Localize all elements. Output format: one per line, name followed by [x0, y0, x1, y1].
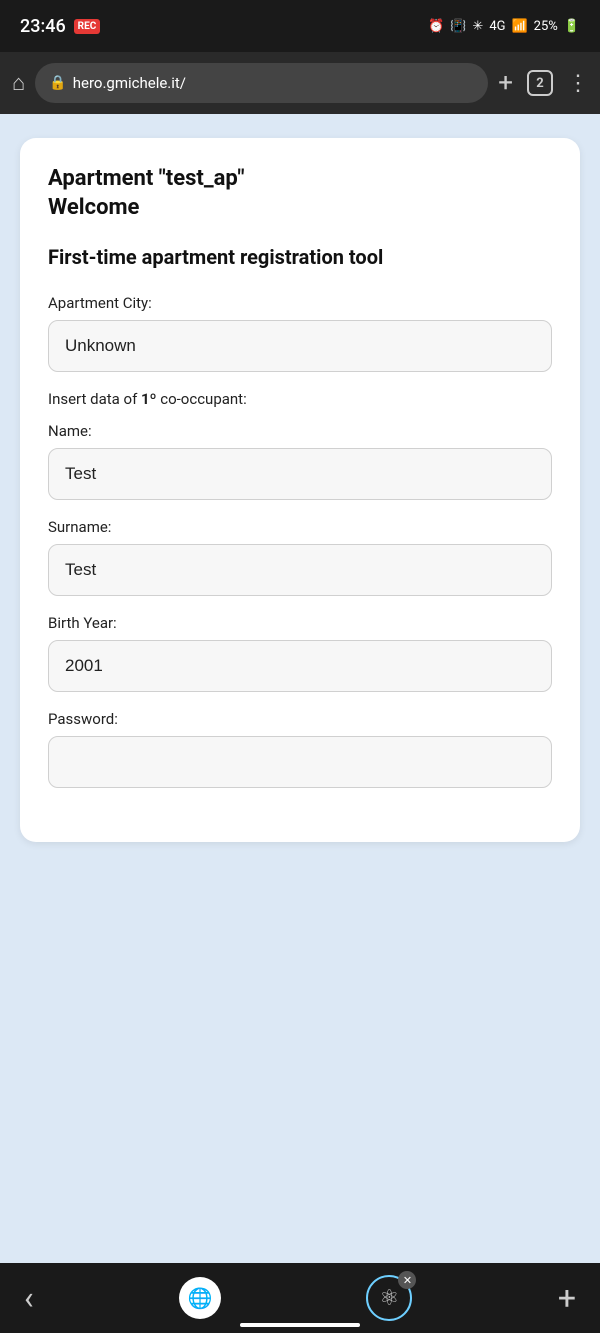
surname-group: Surname:: [48, 518, 552, 596]
signal-icon: 4G: [489, 19, 505, 34]
apartment-title: Apartment "test_ap": [48, 166, 552, 191]
react-icon: ⚛: [380, 1286, 400, 1311]
password-input[interactable]: [48, 736, 552, 788]
surname-input[interactable]: [48, 544, 552, 596]
registration-card: Apartment "test_ap" Welcome First-time a…: [20, 138, 580, 842]
password-group: Password:: [48, 710, 552, 788]
plus-icon: +: [558, 1279, 576, 1317]
close-badge: ✕: [398, 1271, 416, 1289]
tabs-button[interactable]: 2: [527, 70, 553, 96]
status-icons: ⏰ 📳 ✳ 4G 📶 25% 🔋: [428, 19, 580, 34]
insert-prefix: Insert data of: [48, 390, 141, 408]
insert-ordinal: 1º: [141, 390, 156, 408]
app-circle-icon: 🌐: [179, 1277, 221, 1319]
browser-actions: + 2 ⋮: [498, 68, 588, 98]
new-tab-button[interactable]: +: [498, 68, 513, 98]
back-button[interactable]: ‹: [24, 1279, 34, 1317]
name-input[interactable]: [48, 448, 552, 500]
apartment-city-input[interactable]: [48, 320, 552, 372]
password-label: Password:: [48, 710, 552, 728]
vibrate-icon: 📳: [450, 19, 466, 34]
circle-inner-icon: 🌐: [188, 1286, 213, 1310]
home-button[interactable]: ⌂: [12, 70, 25, 96]
status-time: 23:46: [20, 16, 66, 37]
welcome-title: Welcome: [48, 195, 552, 220]
lock-icon: 🔒: [49, 75, 66, 91]
network-icon: 📶: [511, 19, 527, 34]
apartment-city-label: Apartment City:: [48, 294, 552, 312]
alarm-icon: ⏰: [428, 19, 444, 34]
name-group: Name:: [48, 422, 552, 500]
url-text: hero.gmichele.it/: [73, 74, 186, 92]
birth-year-group: Birth Year:: [48, 614, 552, 692]
battery-percentage: 25%: [534, 19, 558, 34]
bluetooth-icon: ✳: [472, 19, 483, 34]
insert-suffix: co-occupant:: [157, 390, 247, 408]
section-title: First-time apartment registration tool: [48, 244, 552, 270]
url-bar[interactable]: 🔒 hero.gmichele.it/: [35, 63, 488, 103]
page-background: Apartment "test_ap" Welcome First-time a…: [0, 114, 600, 1263]
status-bar: 23:46 REC ⏰ 📳 ✳ 4G 📶 25% 🔋: [0, 0, 600, 52]
birth-year-label: Birth Year:: [48, 614, 552, 632]
home-indicator: [240, 1323, 360, 1327]
center-app-button[interactable]: ⚛ ✕: [366, 1275, 412, 1321]
app-icon-left[interactable]: 🌐: [179, 1277, 221, 1319]
add-button[interactable]: +: [558, 1279, 576, 1317]
apartment-city-group: Apartment City:: [48, 294, 552, 372]
back-icon: ‹: [24, 1279, 34, 1317]
battery-icon: 🔋: [564, 19, 580, 34]
name-label: Name:: [48, 422, 552, 440]
surname-label: Surname:: [48, 518, 552, 536]
bottom-nav: ‹ 🌐 ⚛ ✕ +: [0, 1263, 600, 1333]
menu-button[interactable]: ⋮: [567, 71, 588, 96]
birth-year-input[interactable]: [48, 640, 552, 692]
browser-bar: ⌂ 🔒 hero.gmichele.it/ + 2 ⋮: [0, 52, 600, 114]
recording-badge: REC: [74, 19, 101, 34]
insert-data-label: Insert data of 1º co-occupant:: [48, 390, 552, 408]
